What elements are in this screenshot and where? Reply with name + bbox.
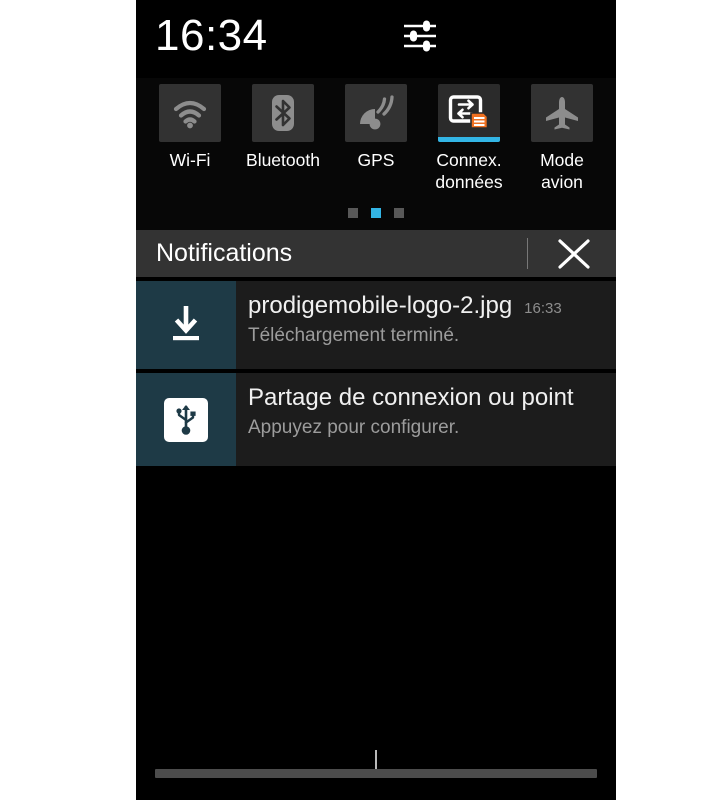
toggle-mobile-data-tile — [438, 84, 500, 142]
page-dot-3[interactable] — [394, 208, 404, 218]
notification-subtitle: Téléchargement terminé. — [248, 325, 460, 346]
page-dot-2[interactable] — [371, 208, 381, 218]
notification-icon-column — [136, 373, 236, 466]
sliders-settings-icon[interactable] — [400, 16, 440, 56]
toggle-gps-tile — [345, 84, 407, 142]
usb-icon — [176, 404, 196, 435]
toggle-active-underline — [438, 137, 500, 142]
notifications-header: Notifications — [136, 230, 616, 277]
toggle-airplane-mode-tile — [531, 84, 593, 142]
notification-subtitle: Appuyez pour configurer. — [248, 417, 460, 438]
shade-drag-handle[interactable] — [155, 769, 597, 778]
toggle-bluetooth-label: Bluetooth — [246, 150, 320, 170]
header-divider — [527, 238, 528, 269]
airplane-icon — [546, 97, 578, 130]
notification-title: Partage de connexion ou point — [248, 384, 574, 411]
status-bar: 16:34 — [136, 0, 616, 78]
toggle-mobile-data-label: Connex. données — [435, 150, 503, 192]
quick-settings-row: Wi-Fi Bluetooth GPS Connex. données Mode… — [136, 78, 616, 230]
toggle-wifi-tile — [159, 84, 221, 142]
gps-icon — [360, 95, 394, 130]
notification-item-tethering[interactable]: Partage de connexion ou point Appuyez po… — [136, 373, 616, 466]
notifications-title: Notifications — [156, 239, 293, 267]
toggle-wifi-label: Wi-Fi — [169, 150, 211, 170]
notification-title: prodigemobile-logo-2.jpg — [248, 292, 513, 319]
usb-icon-badge — [164, 397, 208, 442]
toggle-bluetooth-tile — [252, 84, 314, 142]
toggle-gps-label: GPS — [357, 150, 395, 170]
toggle-airplane-mode-label: Mode avion — [540, 150, 584, 192]
notification-time: 16:33 — [524, 300, 562, 317]
wifi-icon — [173, 100, 207, 129]
notification-shade: 16:34 Wi-Fi Bluetooth GPS Connex. donnée… — [136, 0, 616, 800]
notification-body: Partage de connexion ou point Appuyez po… — [236, 373, 616, 466]
download-icon — [173, 306, 199, 341]
notification-icon-column — [136, 281, 236, 369]
status-bar-clock: 16:34 — [155, 11, 268, 60]
notification-item-download[interactable]: prodigemobile-logo-2.jpg 16:33 Télécharg… — [136, 281, 616, 369]
page-indicator — [136, 208, 616, 218]
page-dot-1[interactable] — [348, 208, 358, 218]
notification-body: prodigemobile-logo-2.jpg 16:33 Télécharg… — [236, 281, 616, 369]
bluetooth-icon — [272, 95, 294, 131]
shade-empty-area — [136, 507, 616, 800]
mobile-data-icon — [448, 95, 489, 129]
close-x-icon[interactable] — [551, 237, 597, 271]
